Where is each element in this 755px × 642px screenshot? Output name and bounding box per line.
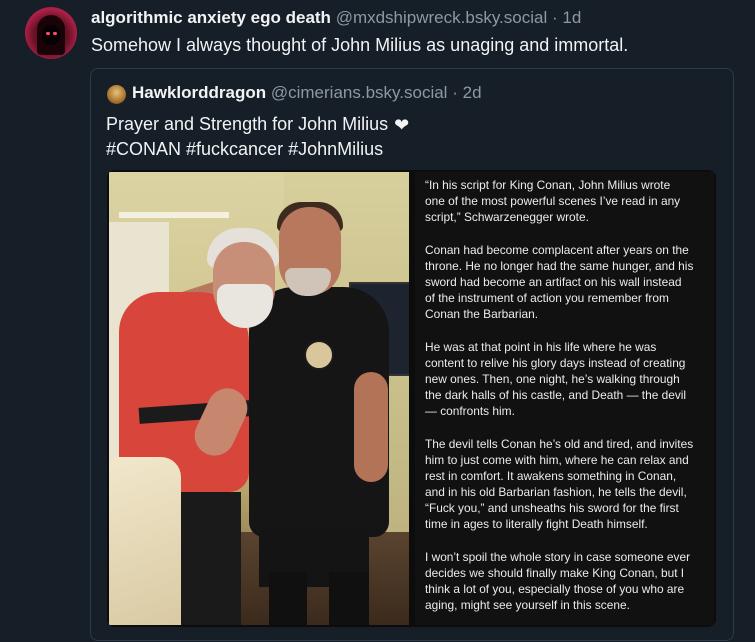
heart-icon: ❤ xyxy=(394,115,410,135)
author-name[interactable]: algorithmic anxiety ego death xyxy=(91,8,331,27)
quoted-post-text: Prayer and Strength for John Milius ❤ #CO… xyxy=(106,112,409,161)
post-header: algorithmic anxiety ego death @mxdshipwr… xyxy=(91,8,581,28)
article-line: The devil tells Conan he’s old and tired… xyxy=(425,437,694,451)
article-excerpt: “In his script for King Conan, John Mili… xyxy=(415,172,714,625)
article-line: time in ages to literally fight Death hi… xyxy=(425,517,648,531)
quoted-post[interactable]: Hawklorddragon @cimerians.bsky.social · … xyxy=(90,68,734,641)
article-line: throne. He no longer had the same hunger… xyxy=(425,259,694,273)
article-line: He was at that point in his life where h… xyxy=(425,340,657,354)
article-line: script,” Schwarzenegger wrote. xyxy=(425,210,589,224)
post-text: Somehow I always thought of John Milius … xyxy=(91,35,629,55)
quoted-author-avatar[interactable] xyxy=(107,85,126,104)
article-line: of the instrument of action you remember… xyxy=(425,291,669,305)
article-line: — confronts him. xyxy=(425,404,515,418)
photo-two-men xyxy=(109,172,409,625)
attached-image[interactable]: “In his script for King Conan, John Mili… xyxy=(107,170,716,627)
article-line: Conan had become complacent after years … xyxy=(425,243,689,257)
separator-dot: · xyxy=(551,8,558,27)
article-line: rest in comfort. It awakens something in… xyxy=(425,469,677,483)
quoted-text-line-1: Prayer and Strength for John Milius xyxy=(106,114,389,134)
author-handle[interactable]: @mxdshipwreck.bsky.social xyxy=(336,8,548,27)
quoted-post-timestamp[interactable]: 2d xyxy=(463,83,482,102)
article-line: him to just come with him, where he can … xyxy=(425,453,689,467)
quoted-hashtags[interactable]: #CONAN #fuckcancer #JohnMilius xyxy=(106,137,409,161)
article-line: one of the most powerful scenes I’ve rea… xyxy=(425,194,681,208)
quoted-post-header: Hawklorddragon @cimerians.bsky.social · … xyxy=(132,83,482,103)
article-line: new ones. Then, one night, he’s walking … xyxy=(425,372,680,386)
author-avatar[interactable] xyxy=(25,7,77,59)
article-line: the dark halls of his castle, and Death … xyxy=(425,388,687,402)
article-line: sword had become an artifact on his wall… xyxy=(425,275,682,289)
article-line: “In his script for King Conan, John Mili… xyxy=(425,178,671,192)
article-line: decides we should finally make King Cona… xyxy=(425,566,685,580)
article-line: think a lot of you, especially those of … xyxy=(425,582,685,596)
article-line: I won’t spoil the whole story in case so… xyxy=(425,550,691,564)
quoted-author-name[interactable]: Hawklorddragon xyxy=(132,83,266,102)
article-line: and in his old Barbarian fashion, he tel… xyxy=(425,485,687,499)
post-timestamp[interactable]: 1d xyxy=(562,8,581,27)
article-line: Conan the Barbarian. xyxy=(425,307,539,321)
quoted-author-handle[interactable]: @cimerians.bsky.social xyxy=(271,83,448,102)
shirt-logo-icon xyxy=(304,340,334,370)
article-line: aging, might see yourself in this scene. xyxy=(425,598,630,612)
article-line: “Fuck you,” and unsheaths his sword for … xyxy=(425,501,679,515)
separator-dot: · xyxy=(452,83,458,102)
article-line: content to relive his glory days instead… xyxy=(425,356,686,370)
